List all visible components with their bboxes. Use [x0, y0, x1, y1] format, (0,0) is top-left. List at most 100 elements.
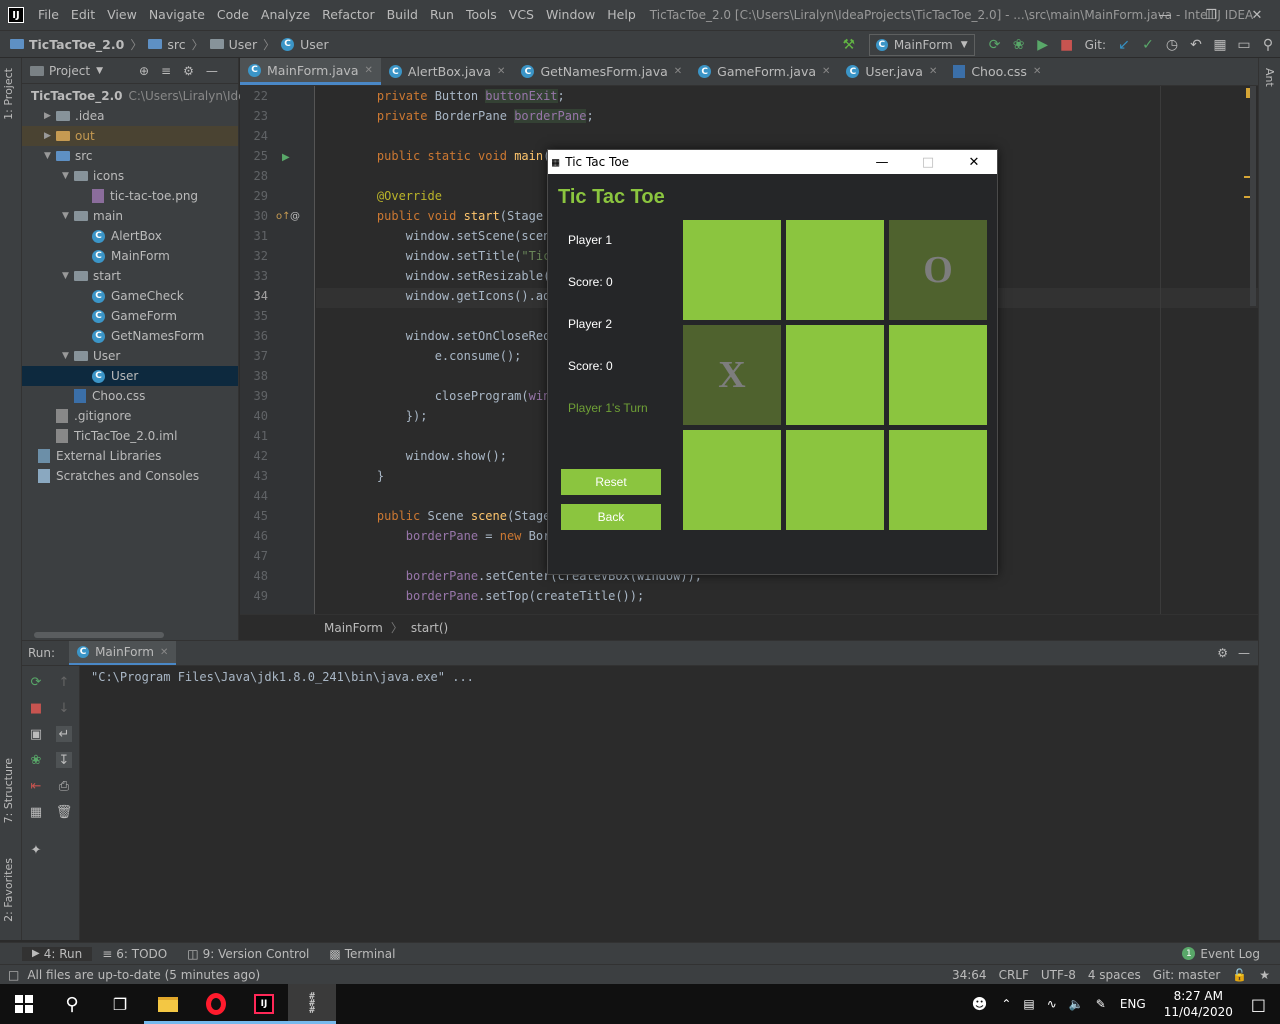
- board-cell[interactable]: [683, 220, 781, 320]
- debug-icon[interactable]: ❀: [28, 752, 44, 768]
- breadcrumb-src[interactable]: src: [144, 37, 189, 52]
- tree-item[interactable]: ▶ out: [22, 126, 238, 146]
- ant-tool-tab[interactable]: Ant: [1263, 68, 1276, 87]
- close-icon[interactable]: ✕: [1234, 0, 1280, 30]
- run-configuration-dropdown[interactable]: C MainForm ▼: [868, 34, 975, 56]
- expand-down-icon[interactable]: ▼: [44, 151, 56, 161]
- down-arrow-icon[interactable]: ↓: [56, 700, 72, 716]
- close-icon[interactable]: ✕: [1033, 66, 1041, 77]
- volume-icon[interactable]: 🔈: [1069, 997, 1084, 1011]
- search-icon[interactable]: ⚲: [1256, 34, 1280, 56]
- network-icon[interactable]: ▤: [1023, 997, 1034, 1011]
- people-icon[interactable]: ☻: [972, 995, 988, 1013]
- tree-item[interactable]: TicTacToe_2.0 C:\Users\Liralyn\Idea: [22, 86, 253, 106]
- tree-item[interactable]: C MainForm: [22, 246, 238, 266]
- editor-tab[interactable]: C GameForm.java ✕: [690, 58, 838, 85]
- rerun-icon[interactable]: ⟳: [28, 674, 44, 690]
- board-cell[interactable]: [786, 430, 884, 530]
- opera-icon[interactable]: [192, 984, 240, 1024]
- reset-button[interactable]: Reset: [561, 469, 661, 495]
- tree-item[interactable]: ▼ start: [22, 266, 238, 286]
- tree-item[interactable]: Scratches and Consoles: [22, 466, 238, 486]
- windows-start-icon[interactable]: [0, 984, 48, 1024]
- history-icon[interactable]: ◷: [1160, 34, 1184, 56]
- gear-icon[interactable]: ⚙: [183, 64, 194, 78]
- pen-icon[interactable]: ✎: [1096, 997, 1106, 1011]
- editor-tab[interactable]: C User.java ✕: [838, 58, 945, 85]
- lock-icon[interactable]: 🔓: [1232, 968, 1247, 982]
- run-tab-mainform[interactable]: C MainForm ✕: [69, 641, 177, 665]
- tree-item[interactable]: ▼ main: [22, 206, 238, 226]
- close-icon[interactable]: ✕: [497, 66, 505, 77]
- tool-tab-todo[interactable]: ≡ 6: TODO: [92, 947, 177, 961]
- tree-item[interactable]: Choo.css: [22, 386, 238, 406]
- menu-vcs[interactable]: VCS: [503, 0, 540, 30]
- print-icon[interactable]: ⎙: [56, 778, 72, 794]
- tree-item[interactable]: C GetNamesForm: [22, 326, 238, 346]
- expand-down-icon[interactable]: ▼: [62, 271, 74, 281]
- build-hammer-icon[interactable]: ⚒: [837, 34, 861, 56]
- board-cell[interactable]: [683, 430, 781, 530]
- breadcrumb-project[interactable]: TicTacToe_2.0: [0, 37, 128, 52]
- close-icon[interactable]: ✕: [365, 65, 373, 76]
- git-branch[interactable]: Git: master: [1153, 968, 1221, 982]
- notifications-icon[interactable]: ★: [1259, 968, 1270, 982]
- expand-down-icon[interactable]: ▼: [62, 351, 74, 361]
- chevron-up-icon[interactable]: ⌃: [1001, 997, 1011, 1011]
- search-icon[interactable]: ⚲: [48, 984, 96, 1024]
- run-coverage-icon[interactable]: ▶: [1031, 34, 1055, 56]
- board-cell[interactable]: [889, 325, 987, 425]
- expand-down-icon[interactable]: ▼: [62, 211, 74, 221]
- board-cell[interactable]: [786, 325, 884, 425]
- favorites-tool-tab[interactable]: 2: Favorites: [2, 858, 15, 922]
- menu-tools[interactable]: Tools: [460, 0, 503, 30]
- tool-tab-terminal[interactable]: ▩ Terminal: [319, 947, 405, 961]
- git-commit-icon[interactable]: ✓: [1136, 34, 1160, 56]
- gear-icon[interactable]: ⚙: [1217, 646, 1228, 660]
- breadcrumb-user-folder[interactable]: User: [206, 37, 262, 52]
- line-separator[interactable]: CRLF: [999, 968, 1029, 982]
- override-gutter-icon[interactable]: o↑: [276, 211, 291, 222]
- notification-center-icon[interactable]: □: [1251, 995, 1266, 1014]
- stop-icon[interactable]: ■: [28, 700, 44, 716]
- intellij-icon[interactable]: IJ: [240, 984, 288, 1024]
- event-log-tab[interactable]: 1 Event Log: [1172, 947, 1270, 961]
- camera-icon[interactable]: ▣: [28, 726, 44, 742]
- menu-analyze[interactable]: Analyze: [255, 0, 316, 30]
- stop-icon[interactable]: ■: [1055, 34, 1079, 56]
- close-icon[interactable]: ✕: [674, 66, 682, 77]
- minimize-icon[interactable]: —: [1142, 0, 1188, 30]
- up-arrow-icon[interactable]: ↑: [56, 674, 72, 690]
- pin-icon[interactable]: ✦: [28, 842, 44, 858]
- board-cell[interactable]: X: [683, 325, 781, 425]
- caret-position[interactable]: 34:64: [952, 968, 987, 982]
- structure-tool-tab[interactable]: 7: Structure: [2, 758, 15, 823]
- hide-icon[interactable]: —: [1238, 646, 1250, 660]
- locate-icon[interactable]: ⊕: [139, 64, 149, 78]
- tree-item[interactable]: TicTacToe_2.0.iml: [22, 426, 238, 446]
- menu-navigate[interactable]: Navigate: [143, 0, 211, 30]
- back-button[interactable]: Back: [561, 504, 661, 530]
- status-toggle-icon[interactable]: □: [8, 968, 19, 982]
- hide-icon[interactable]: —: [206, 64, 218, 78]
- trash-icon[interactable]: 🗑: [56, 804, 73, 820]
- breadcrumb-user-class[interactable]: C User: [277, 37, 333, 52]
- soft-wrap-icon[interactable]: ↵: [56, 726, 72, 742]
- project-tool-tab[interactable]: 1: Project: [2, 68, 15, 120]
- rerun-icon[interactable]: ⟳: [983, 34, 1007, 56]
- editor-tab[interactable]: Choo.css ✕: [945, 58, 1049, 85]
- tree-item[interactable]: C AlertBox: [22, 226, 238, 246]
- rollback-icon[interactable]: ↶: [1184, 34, 1208, 56]
- tree-item[interactable]: C GameForm: [22, 306, 238, 326]
- close-icon[interactable]: ✕: [929, 66, 937, 77]
- board-cell[interactable]: [786, 220, 884, 320]
- chevron-down-icon[interactable]: ▼: [96, 66, 103, 76]
- close-icon[interactable]: ✕: [160, 647, 168, 658]
- expand-right-icon[interactable]: ▶: [44, 131, 56, 141]
- git-update-icon[interactable]: ↙: [1112, 34, 1136, 56]
- debug-icon[interactable]: ❀: [1007, 34, 1031, 56]
- task-view-icon[interactable]: ❐: [96, 984, 144, 1024]
- close-icon[interactable]: ✕: [951, 150, 997, 174]
- file-explorer-icon[interactable]: [144, 984, 192, 1024]
- tree-item[interactable]: ▼ src: [22, 146, 238, 166]
